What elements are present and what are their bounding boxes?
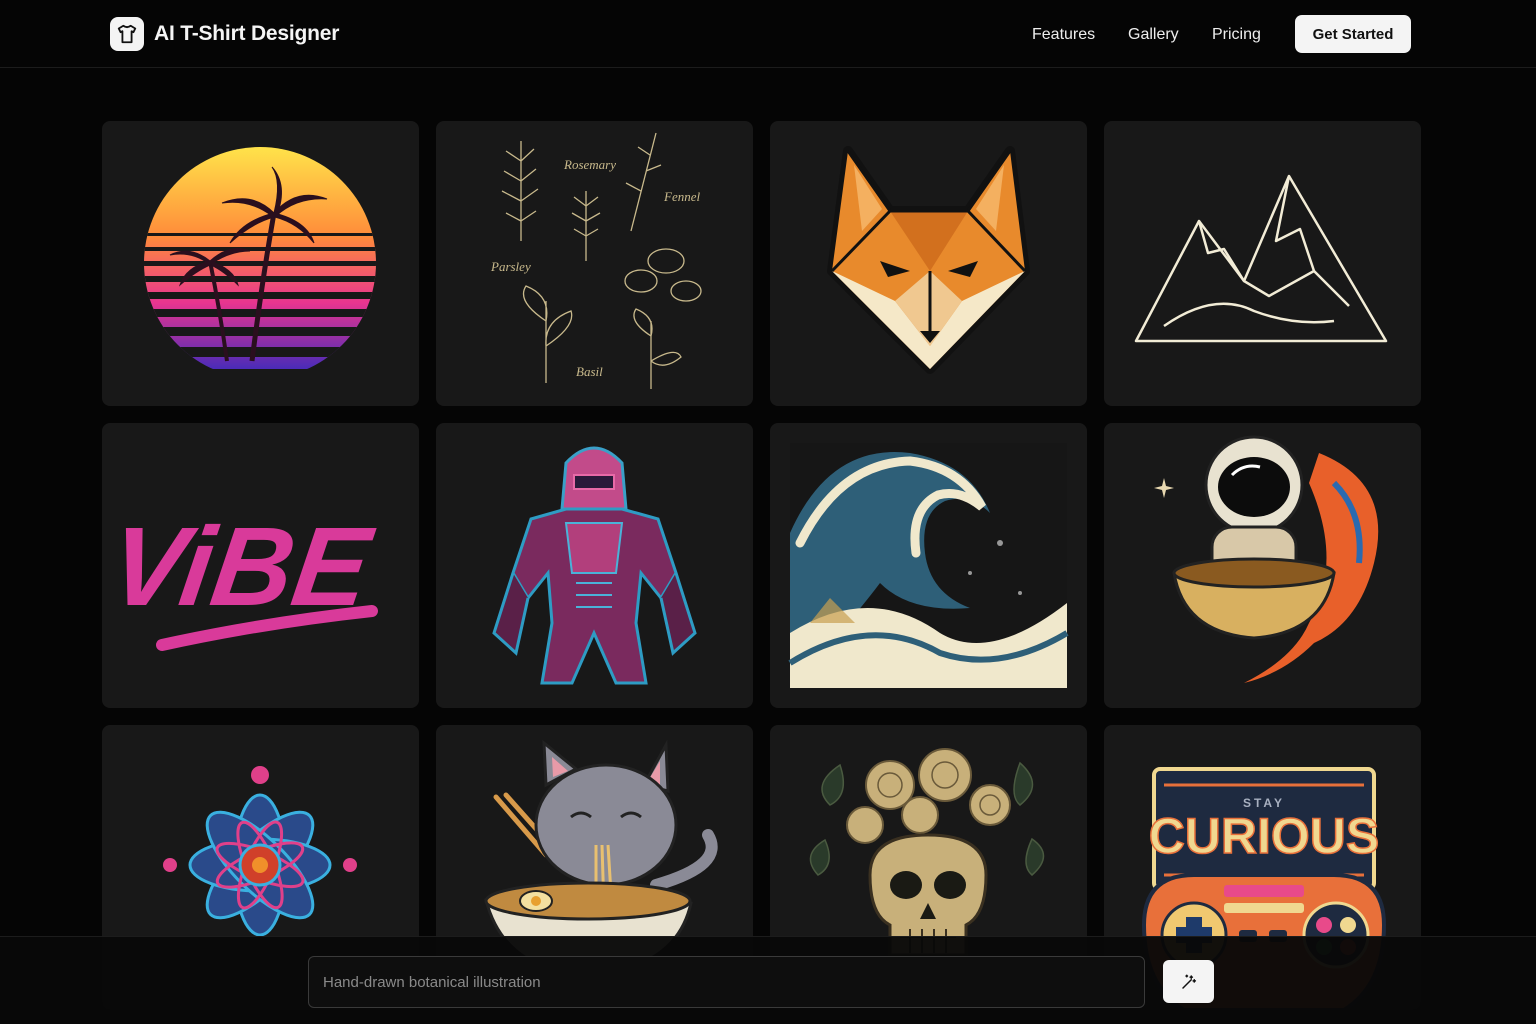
nav-pricing[interactable]: Pricing: [1212, 26, 1261, 44]
design-card-astronaut[interactable]: [1104, 423, 1421, 708]
design-card-vibe[interactable]: ViBE: [102, 423, 419, 708]
design-card-mountains[interactable]: [1104, 121, 1421, 406]
design-card-wave[interactable]: [770, 423, 1087, 708]
brand-name: AI T-Shirt Designer: [154, 22, 340, 45]
astronaut-koi-ramen-art: [1154, 435, 1379, 683]
tshirt-icon: [110, 17, 144, 51]
generate-button[interactable]: [1163, 960, 1214, 1003]
design-card-fox[interactable]: [770, 121, 1087, 406]
design-gallery: Rosemary Fennel Parsley Basil ViBE STAY …: [102, 121, 1421, 1010]
curious-text: CURIOUS: [1149, 808, 1380, 864]
label-parsley: Parsley: [490, 259, 531, 274]
top-navbar: AI T-Shirt Designer Features Gallery Pri…: [0, 0, 1536, 68]
retro-sunset-palms-art: [144, 147, 376, 369]
geometric-fox-art: [827, 146, 1030, 374]
line-art-mountains-art: [1134, 174, 1388, 343]
magic-wand-icon: [1180, 973, 1198, 991]
vibe-brush-lettering-art: ViBE: [102, 503, 380, 651]
get-started-button[interactable]: Get Started: [1295, 15, 1411, 53]
label-fennel: Fennel: [663, 189, 700, 204]
label-basil: Basil: [576, 364, 603, 379]
prompt-bar: [0, 936, 1536, 1024]
design-card-botanical[interactable]: Rosemary Fennel Parsley Basil: [436, 121, 753, 406]
label-rosemary: Rosemary: [563, 157, 616, 172]
brand[interactable]: AI T-Shirt Designer: [110, 17, 339, 51]
neon-mech-warrior-art: [492, 446, 697, 685]
nav-features[interactable]: Features: [1032, 26, 1095, 44]
design-card-mech[interactable]: [436, 423, 753, 708]
botanical-herbs-art: Rosemary Fennel Parsley Basil: [490, 132, 702, 389]
design-card-retro-sunset[interactable]: [102, 121, 419, 406]
nav-gallery[interactable]: Gallery: [1128, 26, 1179, 44]
prompt-input[interactable]: [308, 956, 1145, 1008]
great-wave-art: [788, 443, 1069, 688]
